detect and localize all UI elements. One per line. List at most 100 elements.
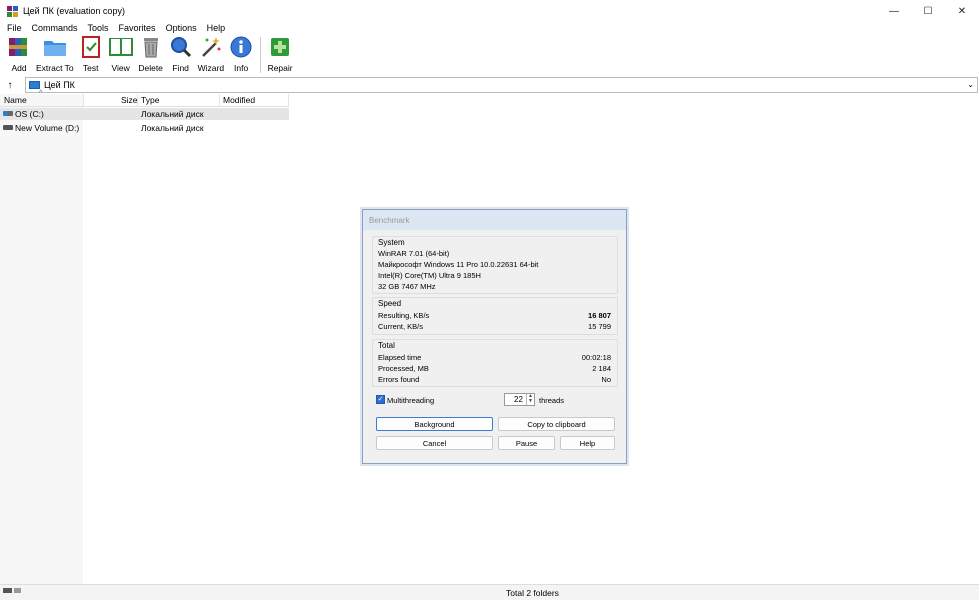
dialog-title: Benchmark — [363, 210, 626, 230]
copy-to-clipboard-button[interactable]: Copy to clipboard — [498, 417, 615, 431]
system-line: Intel(R) Core(TM) Ultra 9 185H — [378, 271, 481, 280]
file-name: New Volume (D:) — [15, 123, 80, 133]
multithreading-checkbox[interactable]: ✓ — [376, 395, 385, 404]
total-value: 2 184 — [592, 364, 611, 373]
wizard-label: Wizard — [197, 63, 225, 73]
chevron-down-icon[interactable]: ⌄ — [967, 80, 974, 89]
key-icon[interactable] — [14, 588, 21, 593]
column-divider[interactable] — [288, 94, 289, 107]
test-label: Test — [82, 63, 99, 73]
info-label: Info — [234, 63, 249, 73]
minimize-button[interactable]: — — [877, 0, 911, 22]
column-divider[interactable] — [219, 94, 220, 107]
os-drive-icon — [3, 111, 13, 116]
menu-file[interactable]: File — [2, 23, 27, 33]
repair-button[interactable]: Repair — [267, 35, 293, 73]
computer-icon — [29, 81, 40, 89]
speed-group-title: Speed — [378, 299, 402, 308]
trash-icon — [138, 35, 164, 59]
menu-options[interactable]: Options — [161, 23, 202, 33]
speed-label: Resulting, KB/s — [378, 311, 430, 320]
address-bar: ↑ Цей ПК ⌄ — [0, 77, 979, 93]
status-bar: Total 2 folders — [0, 584, 979, 600]
test-clipboard-icon — [78, 35, 104, 59]
file-name: OS (C:) — [15, 109, 44, 119]
threads-value: 22 — [514, 395, 523, 404]
info-button[interactable]: Info — [228, 35, 254, 73]
system-line: 32 GB 7467 MHz — [378, 282, 436, 291]
sort-ascending-icon: ^ — [39, 90, 43, 97]
menu-commands[interactable]: Commands — [27, 23, 83, 33]
total-label: Elapsed time — [378, 353, 422, 362]
total-value: No — [601, 375, 611, 384]
find-label: Find — [172, 63, 189, 73]
column-divider[interactable] — [83, 94, 84, 107]
column-divider[interactable] — [137, 94, 138, 107]
benchmark-dialog: Benchmark System WinRAR 7.01 (64-bit) Ма… — [362, 209, 627, 464]
system-line: WinRAR 7.01 (64-bit) — [378, 249, 450, 258]
speed-label: Current, KB/s — [378, 322, 424, 331]
total-value: 00:02:18 — [581, 353, 611, 362]
spinner-arrows-icon[interactable]: ▲ ▼ — [526, 394, 534, 405]
extract-to-button[interactable]: Extract To — [36, 35, 74, 73]
up-folder-button[interactable]: ↑ — [0, 77, 20, 93]
book-view-icon — [108, 35, 134, 59]
toolbar: Add Extract To Test View Delete Find Wiz… — [0, 35, 979, 75]
threads-label: threads — [539, 396, 565, 405]
file-type: Локальний диск — [141, 109, 204, 119]
menu-tools[interactable]: Tools — [83, 23, 114, 33]
close-button[interactable]: ✕ — [945, 0, 979, 22]
maximize-button[interactable]: ☐ — [911, 0, 945, 22]
wizard-button[interactable]: Wizard — [198, 35, 224, 73]
speed-group: Speed Resulting, KB/s 16 807 Current, KB… — [372, 297, 618, 335]
column-modified[interactable]: Modified — [223, 95, 255, 105]
column-size[interactable]: Size — [121, 95, 138, 105]
system-line: Майкрософт Windows 11 Pro 10.0.22631 64-… — [378, 260, 539, 269]
menu-help[interactable]: Help — [202, 23, 231, 33]
delete-label: Delete — [138, 63, 163, 73]
window-title: Цей ПК (evaluation copy) — [23, 6, 125, 16]
address-field[interactable]: Цей ПК ⌄ — [25, 77, 978, 93]
column-name[interactable]: Name — [4, 95, 27, 105]
cancel-button[interactable]: Cancel — [376, 436, 493, 450]
hard-drive-icon — [3, 125, 13, 130]
file-type: Локальний диск — [141, 123, 204, 133]
total-group-title: Total — [378, 341, 395, 350]
pause-button[interactable]: Pause — [498, 436, 555, 450]
speed-value: 16 807 — [588, 311, 611, 320]
view-label: View — [111, 63, 130, 73]
column-headers: ^ Name Size Type Modified — [0, 90, 289, 107]
title-bar: Цей ПК (evaluation copy) — ☐ ✕ — [0, 0, 979, 22]
status-text: Total 2 folders — [506, 588, 559, 598]
find-button[interactable]: Find — [168, 35, 194, 73]
delete-button[interactable]: Delete — [138, 35, 164, 73]
address-path: Цей ПК — [44, 80, 75, 90]
repair-kit-icon — [267, 35, 293, 59]
winrar-app-icon[interactable] — [7, 5, 18, 17]
add-label: Add — [11, 63, 27, 73]
table-row[interactable]: OS (C:) Локальний диск — [0, 108, 289, 120]
view-button[interactable]: View — [108, 35, 134, 73]
wand-icon — [198, 35, 224, 59]
background-button[interactable]: Background — [376, 417, 493, 431]
archive-books-icon — [6, 35, 32, 59]
test-button[interactable]: Test — [78, 35, 104, 73]
help-button[interactable]: Help — [560, 436, 615, 450]
system-group-title: System — [378, 238, 405, 247]
toolbar-separator — [260, 37, 262, 73]
column-type[interactable]: Type — [141, 95, 159, 105]
threads-spinner[interactable]: 22 ▲ ▼ — [504, 393, 535, 406]
multithreading-label[interactable]: Multithreading — [387, 396, 434, 405]
table-row[interactable]: New Volume (D:) Локальний диск — [0, 122, 289, 134]
total-group: Total Elapsed time 00:02:18 Processed, M… — [372, 339, 618, 387]
magnifier-icon — [168, 35, 194, 59]
menu-favorites[interactable]: Favorites — [114, 23, 161, 33]
info-icon — [228, 35, 254, 59]
system-group: System WinRAR 7.01 (64-bit) Майкрософт W… — [372, 236, 618, 294]
total-label: Errors found — [378, 375, 420, 384]
extract-to-label: Extract To — [36, 63, 74, 73]
drive-status-icon[interactable] — [3, 588, 12, 593]
speed-value: 15 799 — [588, 322, 611, 331]
repair-label: Repair — [267, 63, 293, 73]
add-button[interactable]: Add — [6, 35, 32, 73]
